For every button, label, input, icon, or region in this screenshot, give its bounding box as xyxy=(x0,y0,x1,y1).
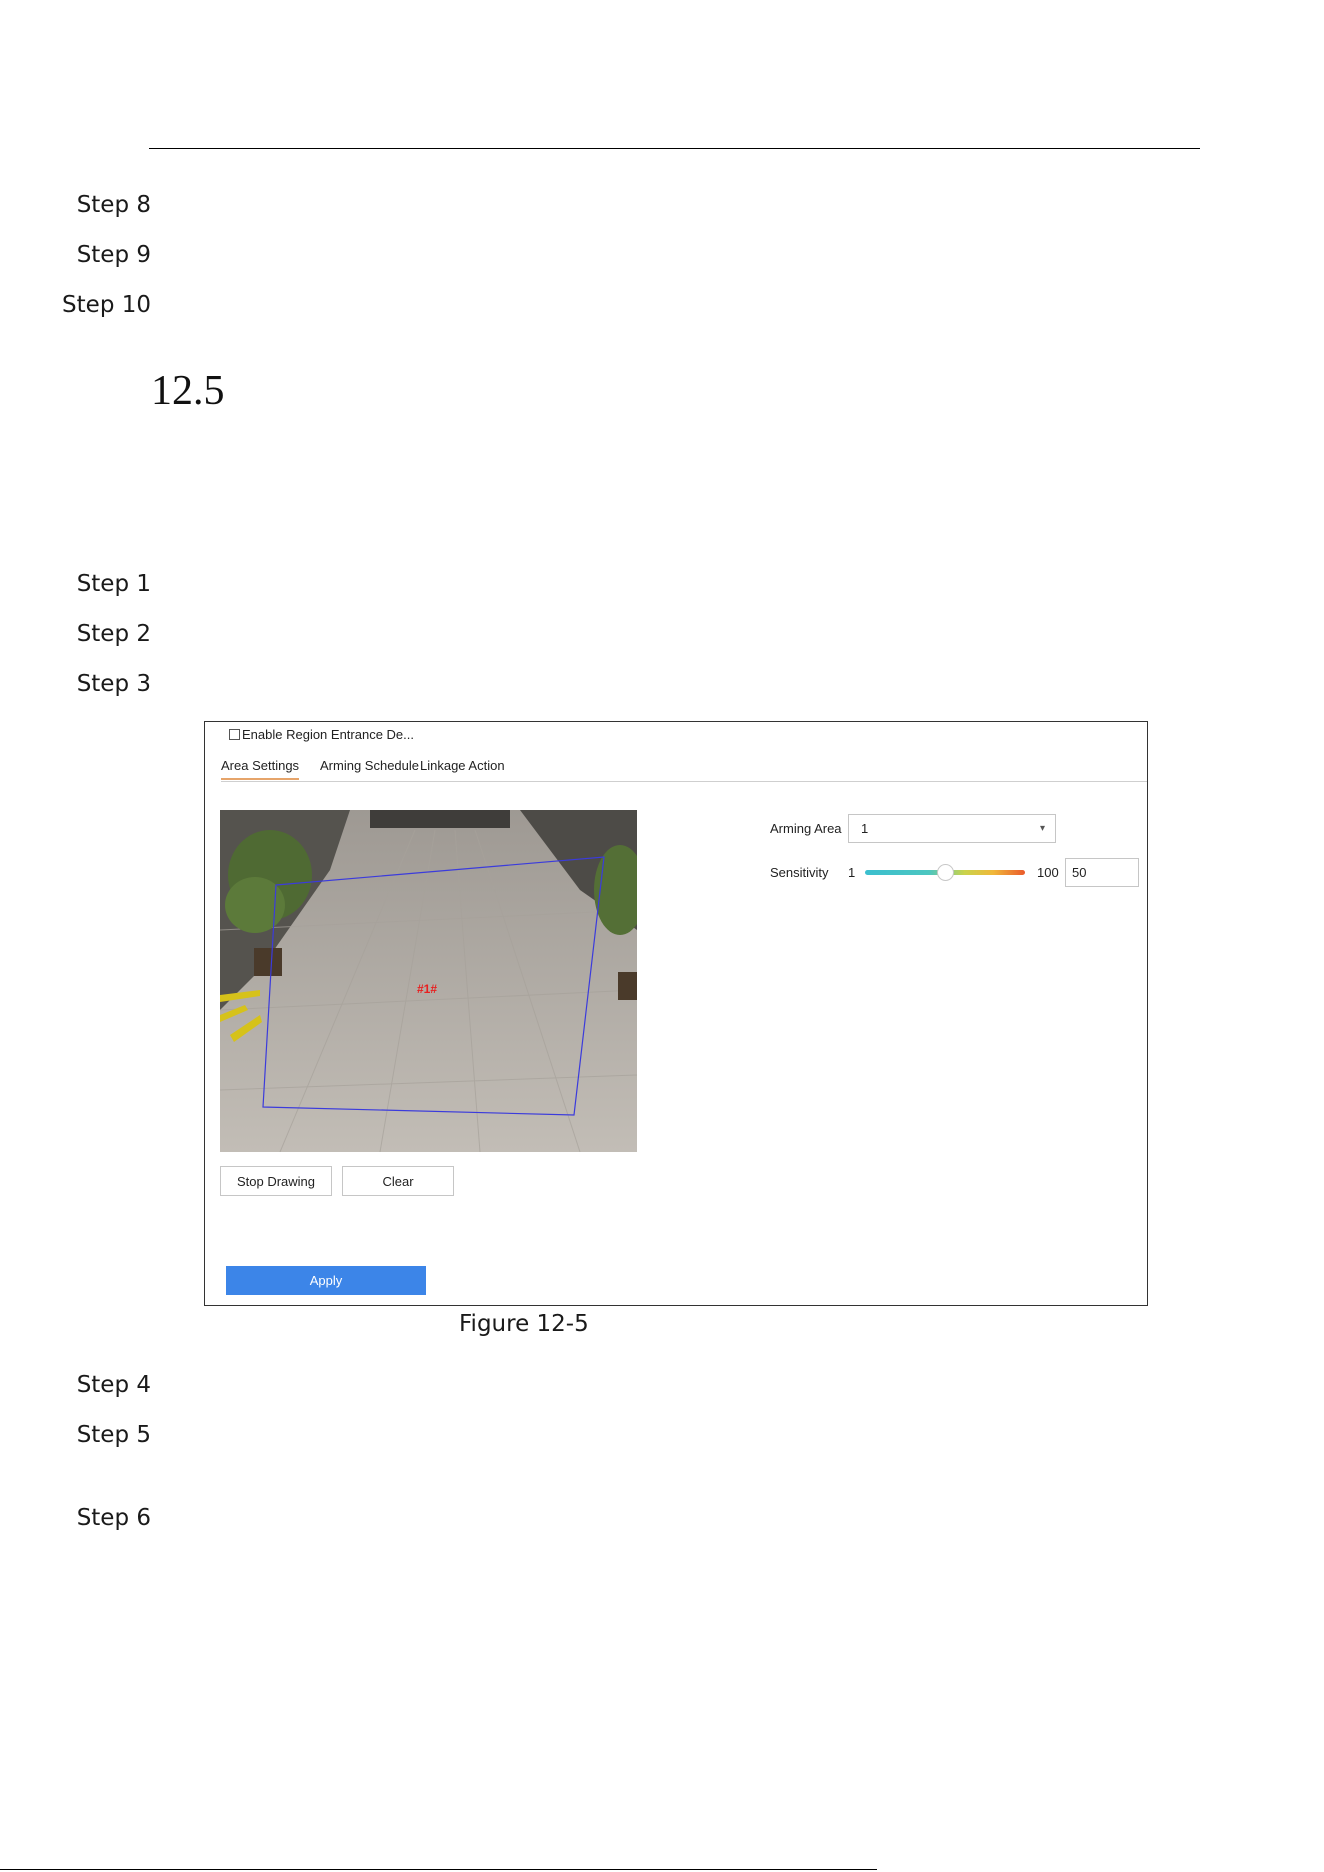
sensitivity-max-label: 100 xyxy=(1037,865,1059,880)
arming-area-value: 1 xyxy=(861,821,869,836)
region-label: #1# xyxy=(417,982,438,996)
camera-scene-image xyxy=(220,810,637,1152)
sensitivity-input[interactable]: 50 xyxy=(1065,858,1139,887)
enable-row[interactable]: Enable Region Entrance De... xyxy=(229,727,414,742)
step-9-label: Step 9 xyxy=(76,242,151,268)
arming-area-label: Arming Area xyxy=(770,821,842,836)
step-10-label: Step 10 xyxy=(62,292,151,318)
sensitivity-min-label: 1 xyxy=(848,865,856,880)
enable-label: Enable Region Entrance De... xyxy=(242,727,414,742)
step-5-label: Step 5 xyxy=(76,1422,151,1448)
step-1-label: Step 1 xyxy=(76,571,151,597)
chevron-down-icon: ▾ xyxy=(1039,823,1045,834)
stop-drawing-button[interactable]: Stop Drawing xyxy=(220,1166,332,1196)
step-4-label: Step 4 xyxy=(76,1372,151,1398)
tab-arming-schedule[interactable]: Arming Schedule xyxy=(320,758,419,778)
tab-linkage-action[interactable]: Linkage Action xyxy=(420,758,505,778)
camera-preview[interactable]: #1# xyxy=(220,810,637,1152)
header-rule xyxy=(149,148,1200,149)
step-3-label: Step 3 xyxy=(76,671,151,697)
sensitivity-label: Sensitivity xyxy=(770,865,829,880)
apply-button[interactable]: Apply xyxy=(226,1266,426,1295)
footer-rule xyxy=(0,1869,877,1870)
clear-button[interactable]: Clear xyxy=(342,1166,454,1196)
arming-area-select[interactable]: 1 ▾ xyxy=(848,814,1056,843)
step-8-label: Step 8 xyxy=(76,192,151,218)
sensitivity-slider-knob[interactable] xyxy=(937,864,954,881)
region-entrance-settings-screenshot: Enable Region Entrance De... Area Settin… xyxy=(204,721,1148,1306)
step-2-label: Step 2 xyxy=(76,621,151,647)
tab-bar: Area Settings Arming Schedule Linkage Ac… xyxy=(221,758,1147,782)
tab-area-settings[interactable]: Area Settings xyxy=(221,758,300,780)
step-6-label: Step 6 xyxy=(76,1505,151,1531)
enable-checkbox[interactable] xyxy=(229,729,240,740)
section-number: 12.5 xyxy=(151,368,225,414)
figure-caption: Figure 12-5 xyxy=(459,1311,589,1337)
